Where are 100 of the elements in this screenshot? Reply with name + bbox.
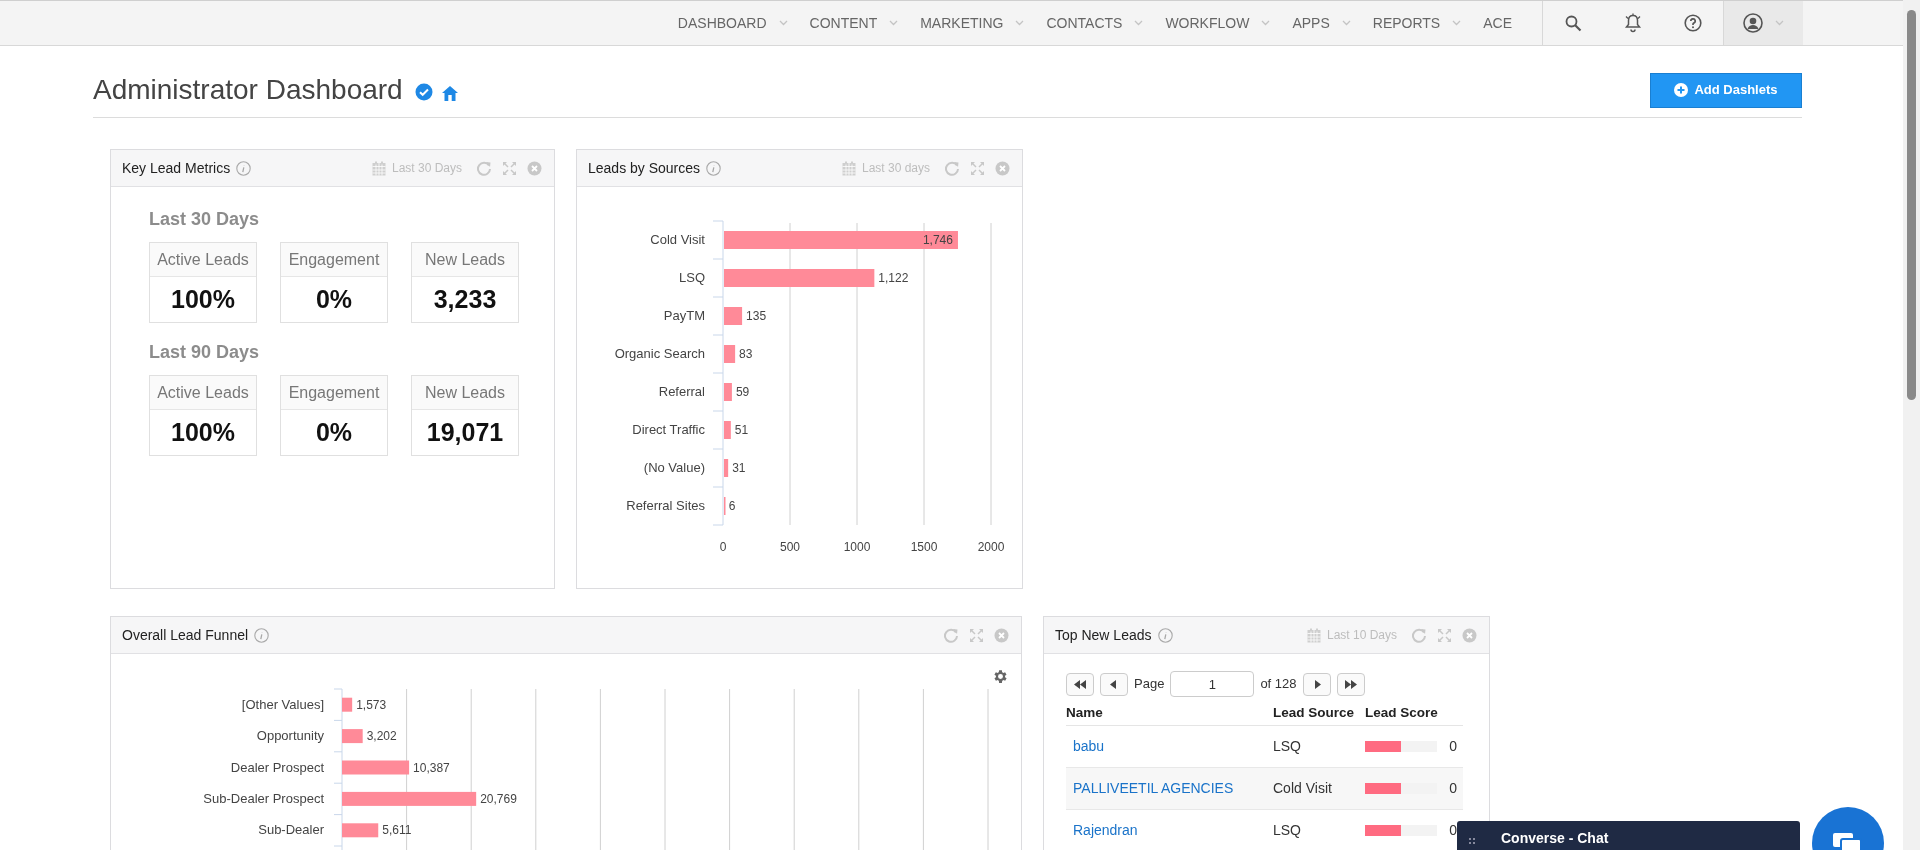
lead-name-link[interactable]: Rajendran — [1073, 822, 1138, 838]
table-cell: Cold Visit — [1273, 767, 1365, 809]
category-label: (No Value) — [643, 460, 705, 475]
lead-name-link[interactable]: PALLIVEETIL AGENCIES — [1073, 780, 1234, 796]
value-label: 10,387 — [413, 760, 450, 775]
page-input[interactable]: 1 — [1170, 671, 1255, 697]
dashlet-title: Leads by Sources — [588, 158, 701, 178]
column-header: Lead Score — [1365, 701, 1463, 725]
value-label: 83 — [739, 347, 753, 361]
score-value: 0 — [1449, 820, 1457, 840]
score-bar — [1365, 824, 1437, 836]
next-page-button[interactable] — [1302, 672, 1331, 696]
calendar-icon — [1306, 627, 1321, 643]
info-icon[interactable] — [236, 160, 252, 176]
verified-icon — [414, 83, 433, 101]
nav-menu-item[interactable]: REPORTS — [1372, 12, 1462, 34]
settings-icon[interactable] — [992, 668, 1009, 685]
score-value: 0 — [1449, 736, 1457, 756]
metric-label: Active Leads — [150, 243, 256, 277]
double-left-arrow-icon — [1074, 679, 1086, 689]
info-icon[interactable] — [1157, 627, 1173, 643]
chat-title: Converse - Chat — [1501, 829, 1609, 848]
user-menu-button[interactable] — [1723, 1, 1803, 45]
close-icon[interactable] — [995, 160, 1010, 176]
expand-icon[interactable] — [502, 160, 517, 176]
value-label: 1,122 — [878, 271, 909, 285]
value-label: 6 — [728, 499, 736, 513]
category-label: Sub-Dealer Prospect — [203, 790, 324, 806]
bar — [342, 729, 363, 744]
metric-value: 19,071 — [425, 416, 505, 448]
info-icon[interactable] — [254, 627, 270, 643]
value-label: 31 — [732, 461, 746, 475]
scrollbar[interactable] — [1903, 0, 1920, 850]
info-icon[interactable] — [706, 160, 722, 176]
close-icon[interactable] — [527, 160, 542, 176]
double-right-arrow-icon — [1344, 679, 1357, 689]
add-dashlets-button[interactable]: Add Dashlets — [1650, 72, 1802, 108]
lead-name-link[interactable]: babu — [1073, 738, 1105, 754]
table-cell: LSQ — [1273, 725, 1365, 767]
metric-value: 100% — [170, 283, 236, 315]
score-bar — [1365, 782, 1437, 794]
page-count: of 128 — [1260, 675, 1297, 694]
page-title: Administrator Dashboard — [93, 73, 403, 107]
nav-menu-item[interactable]: APPS — [1292, 12, 1351, 34]
nav-menu-item[interactable]: WORKFLOW — [1165, 12, 1271, 34]
user-avatar-icon — [1743, 13, 1763, 33]
metric-label: Engagement — [281, 243, 387, 277]
value-label: 20,769 — [480, 791, 517, 806]
tick-label: 1500 — [910, 540, 938, 554]
tick-label: 2000 — [977, 540, 1005, 554]
nav-menu-item[interactable]: MARKETING — [920, 12, 1025, 34]
calendar-icon — [371, 160, 386, 176]
metric-value: 3,233 — [432, 283, 498, 315]
bar — [724, 421, 731, 439]
tick-label: 1000 — [843, 540, 871, 554]
help-icon — [1684, 14, 1702, 32]
nav-menu-item[interactable]: CONTACTS — [1046, 12, 1144, 34]
dashlet-title: Key Lead Metrics — [122, 158, 231, 178]
bar — [724, 307, 743, 325]
first-page-button[interactable] — [1066, 672, 1094, 696]
value-label: 59 — [735, 385, 750, 399]
category-label: [Other Values] — [241, 696, 324, 712]
previous-page-button[interactable] — [1100, 672, 1128, 696]
chevron-down-icon — [1775, 20, 1784, 26]
home-icon[interactable] — [440, 84, 459, 102]
expand-icon[interactable] — [970, 160, 985, 176]
category-label: Sub-Dealer — [258, 822, 324, 838]
close-icon[interactable] — [994, 627, 1009, 643]
tick-label: 0 — [719, 540, 727, 554]
nav-menu-item[interactable]: ACE — [1483, 12, 1512, 34]
nav-menu-item[interactable]: CONTENT — [809, 12, 899, 34]
refresh-icon[interactable] — [944, 160, 960, 176]
table-cell: LSQ — [1273, 809, 1365, 850]
period-heading: Last 90 Days — [149, 341, 261, 364]
refresh-icon[interactable] — [476, 160, 492, 176]
chat-bubbles-icon — [1833, 833, 1863, 850]
drag-handle-icon[interactable] — [1469, 838, 1475, 846]
value-label: 1,746 — [922, 233, 953, 247]
expand-icon[interactable] — [1437, 627, 1452, 643]
dashlet-title: Top New Leads — [1055, 625, 1152, 645]
close-icon[interactable] — [1462, 627, 1477, 643]
bar — [342, 760, 410, 775]
score-value: 0 — [1449, 778, 1457, 798]
chat-bar[interactable]: Converse - Chat — [1457, 821, 1800, 850]
expand-icon[interactable] — [969, 627, 984, 643]
category-label: Dealer Prospect — [230, 759, 324, 775]
category-label: Referral — [658, 384, 705, 399]
bar — [342, 697, 353, 712]
bar — [724, 383, 732, 401]
last-page-button[interactable] — [1336, 672, 1365, 696]
value-label: 135 — [746, 309, 767, 323]
period-heading: Last 30 Days — [149, 208, 261, 231]
metric-value: 0% — [314, 416, 354, 448]
bar — [342, 823, 379, 838]
column-header: Name — [1066, 701, 1273, 725]
refresh-icon[interactable] — [943, 627, 959, 643]
category-label: PayTM — [663, 308, 705, 323]
nav-menu-item[interactable]: DASHBOARD — [677, 12, 788, 34]
value-label: 51 — [734, 423, 749, 437]
refresh-icon[interactable] — [1411, 627, 1427, 643]
